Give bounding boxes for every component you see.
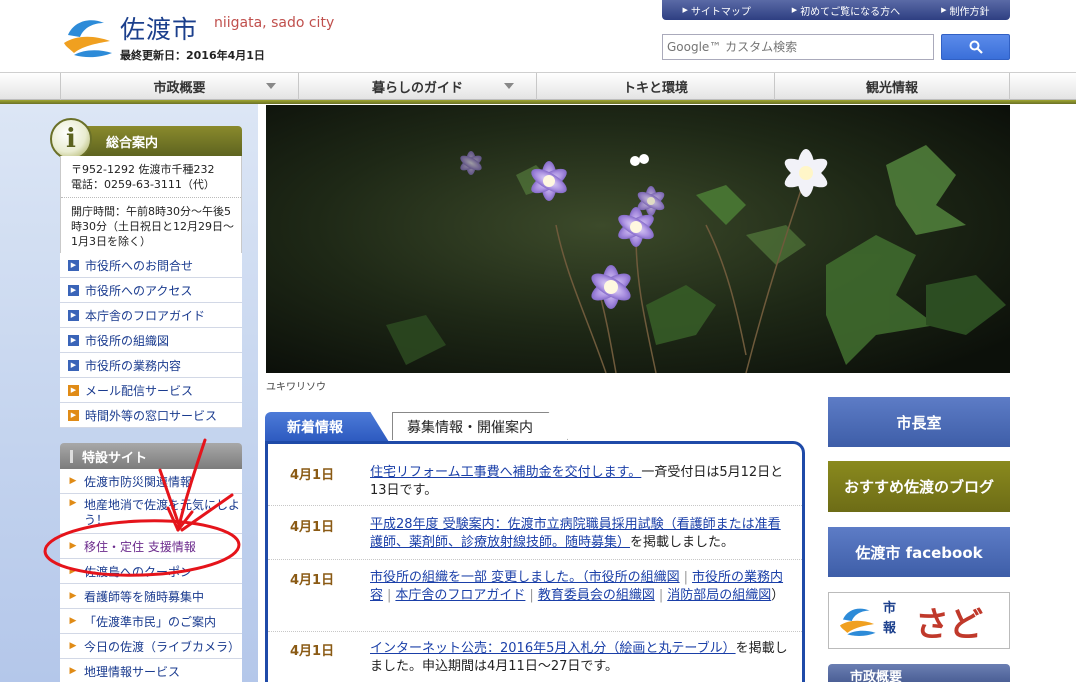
global-nav: 市政概要 暮らしのガイド トキと環境 観光情報 bbox=[0, 72, 1076, 100]
search-icon bbox=[969, 40, 983, 54]
nav-item-tourism[interactable]: 観光情報 bbox=[774, 73, 1010, 100]
triangle-bullet-icon: ▶ bbox=[69, 666, 77, 676]
nav-item-city-overview[interactable]: 市政概要 bbox=[60, 73, 298, 100]
news-sublink[interactable]: 消防部局の組織図 bbox=[667, 588, 771, 603]
hero-caption: ユキワリソウ bbox=[266, 382, 326, 393]
sidebar-item-nurse-recruit[interactable]: ▶ 看護師等を随時募集中 bbox=[60, 584, 242, 609]
triangle-bullet-icon: ▶ bbox=[69, 641, 77, 651]
nav-item-living-guide[interactable]: 暮らしのガイド bbox=[298, 73, 536, 100]
site-name[interactable]: 佐渡市 bbox=[120, 10, 198, 46]
special-sites-links: ▶ 佐渡市防災関連情報 ▶ 地産地消で佐渡を元気にしよう！ ▶ 移住・定住 支援情報 … bbox=[60, 469, 242, 682]
news-date: 4月1日 bbox=[290, 468, 335, 483]
bulletin-label: 市報 bbox=[883, 601, 897, 636]
city-bulletin-button[interactable]: 市報 さど bbox=[828, 592, 1010, 649]
triangle-bullet-icon: ▶ bbox=[69, 616, 77, 626]
sidebar-item-live-camera[interactable]: ▶ 今日の佐渡（ライブカメラ） bbox=[60, 634, 242, 659]
news-body: 市役所の組織を一部 変更しました。（市役所の組織図 | 市役所の業務内容 | 本庁舎のフ… bbox=[370, 570, 785, 603]
square-bullet-icon: ▶ bbox=[68, 284, 79, 296]
news-sublink[interactable]: 教育委員会の組織図 bbox=[538, 588, 655, 603]
news-link[interactable]: 住宅リフォーム工事費へ補助金を交付します。 bbox=[370, 465, 641, 480]
news-date: 4月1日 bbox=[290, 573, 335, 588]
hero-photo bbox=[266, 105, 1010, 373]
sidebar-item-mail-service[interactable]: ▶ メール配信サービス bbox=[60, 378, 242, 403]
news-body: 住宅リフォーム工事費へ補助金を交付します。一斉受付日は5月12日と13日です。 bbox=[370, 465, 784, 498]
util-first-time-link[interactable]: ▶ 初めてご覧になる方へ bbox=[792, 3, 900, 18]
sidebar-item-gis[interactable]: ▶ 地理情報サービス bbox=[60, 659, 242, 682]
search-input[interactable] bbox=[667, 40, 933, 54]
news-link[interactable]: 市役所の組織を一部 変更しました。（市役所の組織図 bbox=[370, 570, 680, 585]
tab-recruitment-events[interactable]: 募集情報・開催案内 bbox=[392, 412, 568, 440]
news-item: 4月1日 市役所の組織を一部 変更しました。（市役所の組織図 | 市役所の業務内容 |… bbox=[268, 569, 802, 632]
sidebar-item-inquiry[interactable]: ▶ 市役所へのお問合せ bbox=[60, 253, 242, 278]
sidebar-item-local-production[interactable]: ▶ 地産地消で佐渡を元気にしよう！ bbox=[60, 494, 242, 534]
site-name-en: niigata, sado city bbox=[214, 15, 335, 31]
triangle-bullet-icon: ▶ bbox=[69, 476, 77, 486]
utility-nav: ▶ サイトマップ ▶ 初めてご覧になる方へ ▶ 制作方針 bbox=[662, 0, 1010, 20]
square-bullet-icon: ▶ bbox=[68, 334, 79, 346]
general-info-links: ▶ 市役所へのお問合せ ▶ 市役所へのアクセス ▶ 本庁舎のフロアガイド ▶ 市役所の組… bbox=[60, 253, 242, 428]
sado-logo-icon bbox=[839, 608, 876, 636]
general-info-box: 〒952-1292 佐渡市千種232 電話：0259-63-3111（代） 開庁… bbox=[60, 156, 242, 254]
sidebar-item-after-hours[interactable]: ▶ 時間外等の窓口サービス bbox=[60, 403, 242, 428]
news-body: 平成28年度 受験案内：佐渡市立病院職員採用試験（看護師または准看護師、薬剤師、… bbox=[370, 517, 781, 550]
sidebar-item-floor-guide[interactable]: ▶ 本庁舎のフロアガイド bbox=[60, 303, 242, 328]
news-panel: 4月1日 住宅リフォーム工事費へ補助金を交付します。一斉受付日は5月12日と13… bbox=[265, 441, 805, 682]
office-hours: 開庁時間：午前8時30分～午後5時30分（土日祝日と12月29日～1月3日を除く… bbox=[71, 205, 234, 248]
triangle-right-icon: ▶ bbox=[682, 6, 688, 14]
dropdown-arrow-icon bbox=[266, 83, 276, 89]
dropdown-arrow-icon bbox=[504, 83, 514, 89]
triangle-right-icon: ▶ bbox=[791, 6, 798, 14]
recommended-blog-button[interactable]: おすすめ佐渡のブログ bbox=[828, 461, 1010, 512]
triangle-bullet-icon: ▶ bbox=[69, 566, 77, 576]
square-bullet-icon: ▶ bbox=[68, 409, 79, 421]
mayor-office-button[interactable]: 市長室 bbox=[828, 397, 1010, 447]
news-link[interactable]: インターネット公売：2016年5月入札分（絵画と丸テーブル） bbox=[370, 641, 736, 656]
square-bullet-icon: ▶ bbox=[68, 384, 79, 396]
tab-whats-new[interactable]: 新着情報 bbox=[265, 412, 389, 442]
bulletin-title: さど bbox=[915, 605, 983, 645]
sidebar-item-services[interactable]: ▶ 市役所の業務内容 bbox=[60, 353, 242, 378]
news-body: インターネット公売：2016年5月入札分（絵画と丸テーブル）を掲載しました。申込… bbox=[370, 641, 788, 674]
right-section-heading: 市政概要 bbox=[828, 664, 1010, 682]
triangle-bullet-icon: ▶ bbox=[69, 498, 77, 508]
news-item: 4月1日 平成28年度 受験案内：佐渡市立病院職員採用試験（看護師または准看護師… bbox=[268, 516, 802, 560]
sidebar-item-org-chart[interactable]: ▶ 市役所の組織図 bbox=[60, 328, 242, 353]
site-header: 佐渡市 niigata, sado city 最終更新日：2016年4月1日 ▶… bbox=[0, 0, 1076, 72]
flower-photo-image bbox=[266, 105, 1010, 373]
sidebar-item-coupon[interactable]: ▶ 佐渡島へのクーポン bbox=[60, 559, 242, 584]
search-field[interactable] bbox=[662, 34, 934, 60]
news-date: 4月1日 bbox=[290, 644, 335, 659]
sado-logo-icon[interactable] bbox=[60, 13, 114, 61]
news-sublink[interactable]: 本庁舎のフロアガイド bbox=[395, 588, 525, 603]
triangle-bullet-icon: ▶ bbox=[69, 591, 77, 601]
contact-address: 〒952-1292 佐渡市千種232 電話：0259-63-3111（代） bbox=[61, 156, 241, 198]
news-item: 4月1日 インターネット公売：2016年5月入札分（絵画と丸テーブル）を掲載しま… bbox=[268, 640, 802, 682]
util-policy-link[interactable]: ▶ 制作方針 bbox=[941, 3, 989, 18]
nav-item-toki-environment[interactable]: トキと環境 bbox=[536, 73, 774, 100]
triangle-right-icon: ▶ bbox=[941, 6, 947, 14]
sidebar-item-relocation-support[interactable]: ▶ 移住・定住 支援情報 bbox=[60, 534, 242, 559]
news-item: 4月1日 住宅リフォーム工事費へ補助金を交付します。一斉受付日は5月12日と13… bbox=[268, 464, 802, 506]
search-button[interactable] bbox=[941, 34, 1010, 60]
sidebar-item-associate-citizen[interactable]: ▶ 「佐渡準市民」のご案内 bbox=[60, 609, 242, 634]
triangle-bullet-icon: ▶ bbox=[69, 541, 77, 551]
square-bullet-icon: ▶ bbox=[68, 259, 79, 271]
news-date: 4月1日 bbox=[290, 520, 335, 535]
sidebar-item-disaster-info[interactable]: ▶ 佐渡市防災関連情報 bbox=[60, 469, 242, 494]
last-updated: 最終更新日：2016年4月1日 bbox=[120, 49, 265, 62]
info-icon: i bbox=[50, 118, 92, 160]
sidebar-item-access[interactable]: ▶ 市役所へのアクセス bbox=[60, 278, 242, 303]
square-bullet-icon: ▶ bbox=[68, 309, 79, 321]
facebook-button[interactable]: 佐渡市 facebook bbox=[828, 527, 1010, 577]
square-bullet-icon: ▶ bbox=[68, 359, 79, 371]
util-sitemap-link[interactable]: ▶ サイトマップ bbox=[682, 3, 750, 18]
special-sites-heading: 特設サイト bbox=[60, 443, 242, 469]
